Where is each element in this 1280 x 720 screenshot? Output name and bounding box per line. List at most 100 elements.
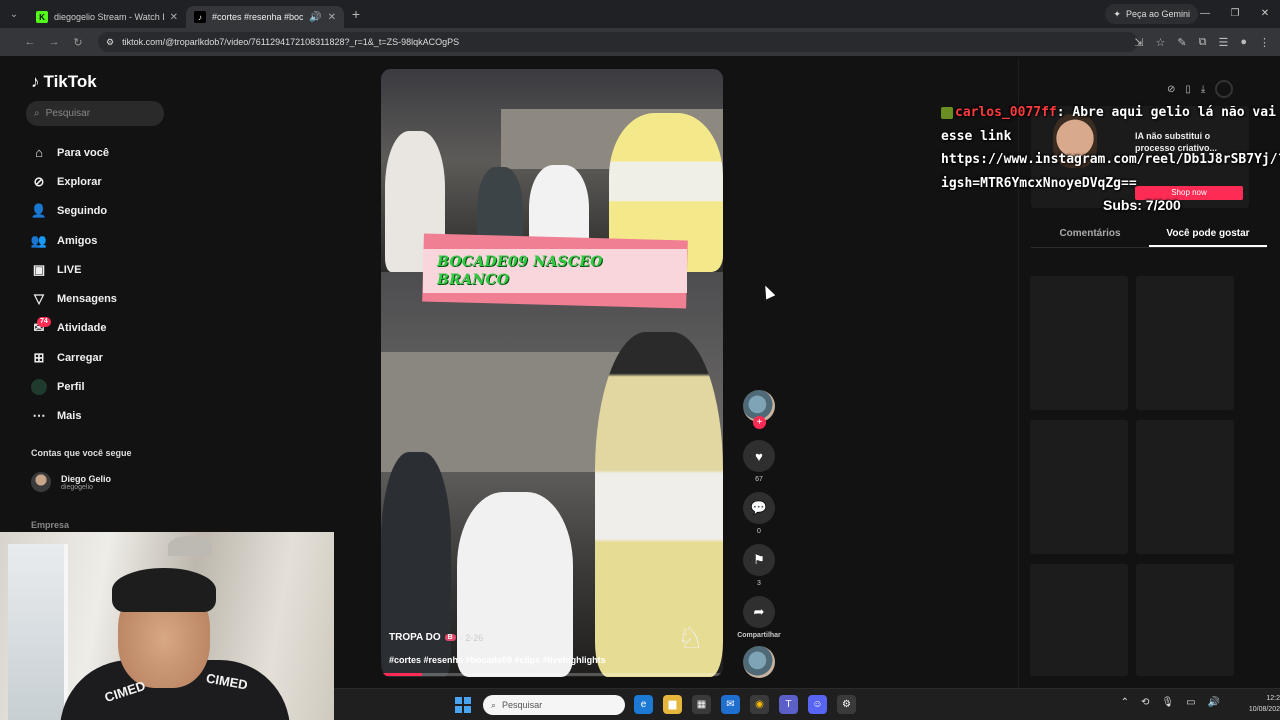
goat-logo-icon: ♘ — [677, 622, 704, 655]
toolbar-icons: ⇲ ☆ ✎ ⧉ ☰ ● ⋮ — [1134, 28, 1270, 56]
pen-extension-icon[interactable]: ✎ — [1177, 36, 1186, 49]
recommended-video[interactable] — [1030, 564, 1128, 676]
edge-icon[interactable]: e — [634, 695, 653, 714]
right-panel-tabs: Comentários Você pode gostar — [1031, 224, 1267, 248]
sidebar-item-explorar[interactable]: ⊘ Explorar — [31, 167, 117, 196]
menu-icon[interactable]: ⋮ — [1259, 36, 1270, 49]
minimize-icon[interactable]: — — [1190, 0, 1220, 28]
banner-text: BOCADE09 NASCEO BRANCO — [437, 254, 603, 288]
profile-avatar-icon[interactable]: ● — [1240, 36, 1247, 48]
creator-avatar-button[interactable]: + — [743, 390, 775, 429]
video-date: · 2-26 — [459, 632, 484, 643]
url-text: tiktok.com/@troparlkdob7/video/761129417… — [122, 37, 460, 47]
network-icon[interactable]: ▭ — [1186, 697, 1195, 708]
sidebar-item-seguindo[interactable]: 👤 Seguindo — [31, 197, 117, 226]
person — [381, 452, 451, 677]
close-tab-icon[interactable]: ✕ — [170, 12, 178, 23]
recommended-video[interactable] — [1136, 564, 1234, 676]
empresa-link[interactable]: Empresa — [31, 520, 69, 530]
sidebar-item-mais[interactable]: ⋯ Mais — [31, 402, 117, 431]
site-info-icon[interactable]: ⚙ — [106, 37, 114, 48]
person — [457, 492, 573, 677]
recommended-video[interactable] — [1030, 420, 1128, 554]
account-handle: diegogelio — [61, 483, 93, 491]
discord-icon[interactable]: ☺ — [808, 695, 827, 714]
video-caption-banner: BOCADE09 NASCEO BRANCO — [422, 233, 688, 309]
install-icon[interactable]: ⇲ — [1134, 36, 1143, 49]
close-tab-icon[interactable]: ✕ — [328, 12, 336, 23]
video-hashtags[interactable]: #cortes #resenha #bocade09 #clips #liveh… — [389, 655, 606, 665]
bookmark-icon: ⚑ — [743, 544, 775, 576]
sidebar-item-label: Carregar — [57, 351, 103, 364]
compass-icon[interactable]: ⊘ — [1167, 84, 1175, 95]
save-button[interactable]: ⚑ 3 — [743, 544, 775, 587]
new-tab-button[interactable]: + — [344, 6, 368, 22]
sidebar-item-perfil[interactable]: Perfil — [31, 372, 117, 401]
tab-title: #cortes #resenha #bocade09 — [212, 12, 304, 22]
store-icon[interactable]: ▦ — [692, 695, 711, 714]
sidebar-item-atividade[interactable]: ✉ 74 Atividade — [31, 314, 117, 343]
sync-icon[interactable]: ⟲ — [1141, 697, 1149, 708]
browser-tab-tiktok[interactable]: ♪ #cortes #resenha #bocade09 🔊 ✕ — [186, 6, 344, 28]
recommended-video[interactable] — [1136, 420, 1234, 554]
download-icon[interactable]: ⤓ — [1201, 84, 1205, 95]
outlook-icon[interactable]: ✉ — [721, 695, 740, 714]
volume-icon[interactable]: 🔊 — [1208, 697, 1220, 708]
taskbar-search-input[interactable]: ⌕ Pesquisar — [483, 695, 625, 715]
video-player[interactable]: BOCADE09 NASCEO BRANCO TROPA DO B · 2-26… — [381, 69, 723, 677]
reload-icon[interactable]: ↻ — [66, 36, 90, 49]
teams-icon[interactable]: T — [779, 695, 798, 714]
follow-plus-icon[interactable]: + — [753, 416, 766, 429]
tab-search-icon[interactable]: ⌄ — [0, 0, 28, 28]
forward-icon[interactable]: → — [42, 36, 66, 48]
restore-icon[interactable]: ❐ — [1220, 0, 1250, 28]
tab-voce-pode-gostar[interactable]: Você pode gostar — [1149, 224, 1267, 247]
back-icon[interactable]: ← — [18, 36, 42, 48]
chevron-up-icon[interactable]: ⌃ — [1121, 697, 1129, 708]
url-field[interactable]: ⚙ tiktok.com/@troparlkdob7/video/7611294… — [98, 32, 1138, 52]
chrome-icon[interactable]: ◉ — [750, 695, 769, 714]
sidebar-item-label: Mais — [57, 410, 82, 423]
recommended-video[interactable] — [1136, 276, 1234, 410]
sidebar-item-live[interactable]: ▣ LIVE — [31, 255, 117, 284]
media-icon[interactable]: ☰ — [1218, 36, 1228, 49]
home-icon: ⌂ — [35, 145, 43, 161]
video-author[interactable]: TROPA DO B · 2-26 — [389, 632, 483, 643]
live-icon: ▣ — [32, 261, 46, 277]
sidebar-item-amigos[interactable]: 👥 Amigos — [31, 226, 117, 255]
friends-icon: 👥 — [30, 232, 48, 248]
notification-badge: 74 — [37, 316, 51, 327]
recommended-video[interactable] — [1030, 276, 1128, 410]
mouse-cursor-icon — [760, 283, 776, 300]
sidebar-item-mensagens[interactable]: ▽ Mensagens — [31, 284, 117, 313]
search-input[interactable]: ⌕ Pesquisar — [26, 101, 164, 126]
close-window-icon[interactable]: ✕ — [1250, 0, 1280, 28]
sidebar-item-para-voc-[interactable]: ⌂ Para você — [31, 138, 117, 167]
speaker-icon[interactable]: 🔊 — [309, 12, 321, 23]
sidebar-item-carregar[interactable]: ⊞ Carregar — [31, 343, 117, 372]
avatar — [31, 379, 47, 396]
comment-icon: 💬 — [743, 492, 775, 524]
windows-taskbar: ⌕ Pesquisar e ▆ ▦ ✉ ◉ T ☺ ⚙ ⌃ ⟲ 🎙 ▭ 🔊 12… — [334, 688, 1280, 720]
extensions-icon[interactable]: ⧉ — [1199, 36, 1207, 49]
microphone-icon[interactable]: 🎙 — [1161, 697, 1174, 708]
tiktok-note-icon: ♪ — [31, 72, 40, 91]
comment-button[interactable]: 💬 0 — [743, 492, 775, 535]
browser-tab-kick[interactable]: K diegogelio Stream - Watch Live ✕ — [28, 6, 186, 28]
taskbar-clock[interactable]: 12:2 10/08/202 — [1240, 693, 1280, 715]
like-button[interactable]: ♥ 67 — [743, 440, 775, 483]
following-account[interactable]: Diego Gelio diegogelio — [31, 472, 111, 492]
bookmark-star-icon[interactable]: ☆ — [1156, 36, 1166, 49]
gemini-button[interactable]: ✦ Peça ao Gemini — [1105, 4, 1198, 24]
video-progress-bar[interactable] — [381, 673, 723, 676]
windows-start-icon[interactable] — [455, 697, 471, 713]
settings-gear-icon[interactable]: ⚙ — [837, 695, 856, 714]
stream-chat-message: carlos_0077ff: Abre aqui gelio lá não va… — [941, 101, 1280, 195]
file-explorer-icon[interactable]: ▆ — [663, 695, 682, 714]
sound-avatar-button[interactable] — [743, 646, 775, 678]
sidebar-item-label: Seguindo — [57, 205, 108, 218]
phone-icon[interactable]: ▯ — [1185, 84, 1191, 95]
share-button[interactable]: ➦ Compartilhar — [734, 596, 784, 639]
tab-comentarios[interactable]: Comentários — [1031, 224, 1149, 247]
tiktok-logo[interactable]: ♪ TikTok — [31, 72, 97, 92]
